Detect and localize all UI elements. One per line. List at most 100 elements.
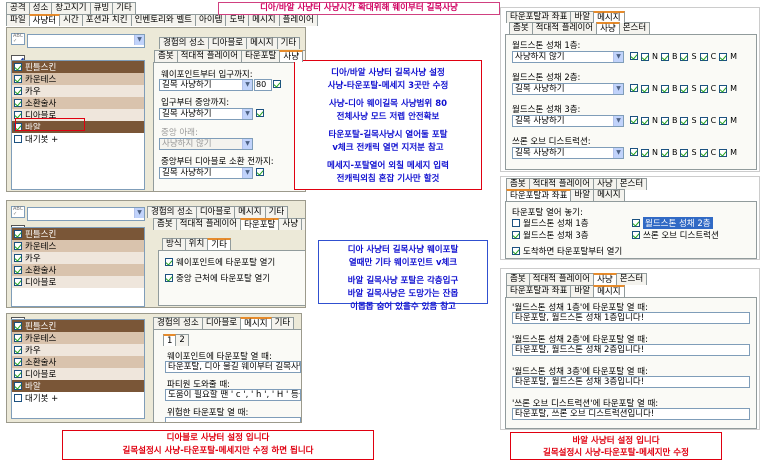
waypoint-select[interactable]: 길목 사냥하기 ▼ (159, 79, 253, 91)
area-item-check[interactable] (14, 254, 22, 262)
tab-p2-tabs2-4[interactable]: 파티원 (301, 218, 305, 230)
area-item-check[interactable] (14, 370, 22, 378)
monster-filter-check[interactable] (660, 52, 669, 61)
monster-filter-check[interactable] (660, 84, 669, 93)
area-item-check[interactable] (14, 394, 22, 402)
tab-r1-tabs2-0[interactable]: 좀봇 (509, 22, 533, 34)
area-item-check[interactable] (14, 242, 22, 250)
tab-r3-tabs1-2[interactable]: 사냥 (593, 273, 617, 285)
tab-menu-row1-3[interactable]: 큐빙 (89, 2, 114, 14)
range-spinner[interactable]: 80 (254, 79, 272, 91)
tab-p1-tabs1-0[interactable]: 경험의 성소 (159, 37, 209, 49)
tab-menu-row1-2[interactable]: 창고지기 (51, 2, 91, 14)
monster-filter-check[interactable] (641, 52, 649, 61)
mid-select[interactable]: 길목 사냥하기 ▼ (159, 108, 253, 120)
monster-filter-check[interactable] (660, 148, 669, 157)
area-item-check[interactable] (14, 334, 22, 342)
tab-menu-row2-6[interactable]: 도박 (225, 14, 250, 26)
tab-p2-tabs1-1[interactable]: 디아블로 (195, 206, 236, 218)
tab-p1-tabs1-2[interactable]: 메시지 (246, 37, 278, 49)
center-select[interactable]: 사냥하지 않기 ▼ (159, 138, 253, 150)
area-item-check[interactable] (14, 322, 22, 330)
tab-p3-subtabs-1[interactable]: 2 (175, 334, 189, 346)
tab-p3-tabs1-3[interactable]: 기타 (270, 317, 295, 329)
area-item-check[interactable] (14, 278, 22, 286)
area-item[interactable]: 대기봇 + (12, 392, 144, 404)
tab-r1-tabs2-3[interactable]: 몬스터 (618, 22, 651, 34)
tab-menu-row2-3[interactable]: 포션과 치킨 (81, 14, 132, 26)
tab-menu-row2-0[interactable]: 파일 (6, 14, 30, 26)
portal-msg-input[interactable]: 타운포탈, 쓰론 오브 디스트럭션입니다! (512, 408, 750, 420)
summon-check[interactable] (256, 168, 264, 176)
profile-select[interactable]: ▼ (27, 34, 145, 48)
area-item[interactable]: 디아블로 (12, 368, 144, 380)
area-item[interactable]: 카운테스 (12, 332, 144, 344)
monster-filter-check[interactable] (660, 116, 669, 125)
area-item-check[interactable] (14, 99, 22, 107)
portal-msg-input[interactable]: 타운포탈, 월드스톤 성채 2층입니다! (512, 344, 750, 356)
area-item[interactable]: 핀틀스킨 (12, 320, 144, 332)
baal-area-check[interactable] (630, 148, 638, 156)
area-item[interactable]: 카운테스 (12, 240, 144, 252)
portal-msg-input[interactable]: 타운포탈, 월드스톤 성채 1층입니다! (512, 312, 750, 324)
tab-r2-tabs2-2[interactable]: 메시지 (593, 189, 625, 201)
monster-filter-check[interactable] (699, 116, 708, 125)
tab-r1-tabs2-2[interactable]: 사냥 (596, 22, 620, 34)
tab-menu-row1-1[interactable]: 성소 (28, 2, 53, 14)
tab-p3-tabs1-2[interactable]: 메시지 (240, 317, 272, 329)
tab-p2-tabs3-1[interactable]: 위치 (184, 238, 209, 250)
baal-area-select[interactable]: 길목 사냥하기 ▼ (512, 115, 624, 127)
portal-arrival-check[interactable] (512, 247, 520, 255)
monster-filter-check[interactable] (641, 116, 649, 125)
tab-p1-tabs2-0[interactable]: 좀봇 (154, 50, 178, 62)
portal-ws1-check[interactable] (512, 219, 520, 227)
monster-filter-check[interactable] (680, 148, 689, 157)
tab-menu-row2-7[interactable]: 메시지 (248, 14, 280, 26)
tab-r3-tabs1-1[interactable]: 적대적 플레이어 (528, 273, 595, 285)
area-item[interactable]: 바알 (12, 380, 144, 392)
area-item-check[interactable] (14, 75, 22, 83)
area-item[interactable]: 소환술사 (12, 356, 144, 368)
monster-filter-check[interactable] (699, 84, 708, 93)
tab-p2-tabs1-0[interactable]: 경험의 성소 (147, 206, 197, 218)
msg3-input[interactable] (165, 417, 301, 422)
tab-p2-tabs3-2[interactable]: 기타 (207, 238, 231, 250)
baal-area-select[interactable]: 사냥하지 않기 ▼ (512, 51, 624, 63)
monster-filter-check[interactable] (680, 84, 689, 93)
tab-p2-tabs2-1[interactable]: 적대적 플레이어 (175, 218, 242, 230)
summon-select[interactable]: 길목 사냥하기 ▼ (159, 167, 253, 179)
tab-r2-tabs2-1[interactable]: 바알 (570, 189, 595, 201)
tab-p3-tabs1-1[interactable]: 디아블로 (201, 317, 242, 329)
tab-p1-tabs2-1[interactable]: 적대적 플레이어 (176, 50, 243, 62)
tab-p1-tabs1-3[interactable]: 기타 (276, 37, 301, 49)
tab-p1-tabs2-3[interactable]: 사냥 (279, 50, 304, 62)
area-item[interactable]: 소환술사 (12, 264, 144, 276)
area-item-check[interactable] (14, 382, 22, 390)
portal-ws2-check[interactable] (632, 219, 640, 227)
msg1-input[interactable]: 타운포탈, 디아 불길 웨이부터 길목사냥 합니다! (165, 361, 301, 373)
portal-ws3-check[interactable] (512, 231, 520, 239)
baal-area-check[interactable] (630, 84, 638, 92)
monster-filter-check[interactable] (719, 148, 728, 157)
tab-p3-tabs1-0[interactable]: 경험의 성소 (153, 317, 203, 329)
tab-menu-row2-5[interactable]: 아이템 (195, 14, 227, 26)
waypoint-check[interactable] (273, 80, 281, 88)
profile-select[interactable]: ▼ (27, 207, 145, 221)
monster-filter-check[interactable] (699, 52, 708, 61)
area-item-check[interactable] (14, 358, 22, 366)
monster-filter-check[interactable] (699, 148, 708, 157)
monster-filter-check[interactable] (719, 52, 728, 61)
tab-menu-row2-4[interactable]: 인벤토리와 벨트 (130, 14, 197, 26)
area-item-check[interactable] (14, 135, 22, 143)
monster-filter-check[interactable] (719, 84, 728, 93)
baal-area-select[interactable]: 길목 사냥하기 ▼ (512, 83, 624, 95)
tab-p2-tabs3-0[interactable]: 방식 (162, 238, 186, 250)
spellcheck-icon[interactable]: ABC ✓ (11, 206, 25, 218)
monster-filter-check[interactable] (641, 148, 649, 157)
tab-p2-tabs2-3[interactable]: 사냥 (278, 218, 303, 230)
msg2-input[interactable]: 도움이 필요할 땐 ' c ', ' h ', ' H ' 등을 외쳐 됩니다! (165, 389, 301, 401)
tab-r3-tabs2-1[interactable]: 바알 (570, 285, 595, 297)
waypoint-portal-check[interactable] (165, 258, 173, 266)
tab-r3-tabs2-0[interactable]: 타운포탈과 좌표 (506, 285, 572, 297)
baal-area-select[interactable]: 길목 사냥하기 ▼ (512, 147, 624, 159)
